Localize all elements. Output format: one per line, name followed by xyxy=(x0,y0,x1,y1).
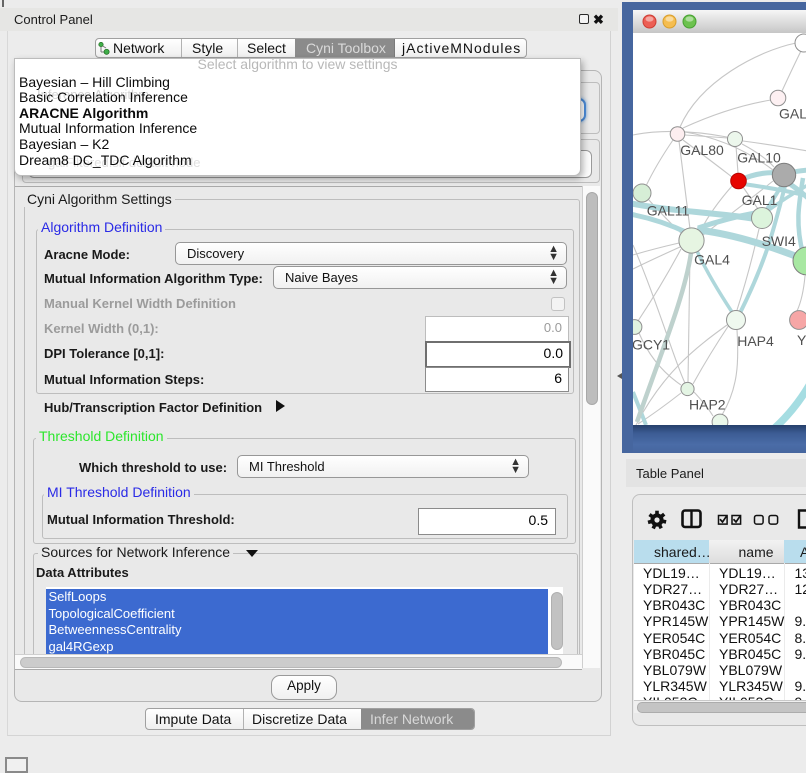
svg-text:SWI4: SWI4 xyxy=(762,233,796,249)
svg-text:GAL1: GAL1 xyxy=(742,192,778,208)
svg-text:Y: Y xyxy=(797,332,806,348)
svg-text:GAL80: GAL80 xyxy=(680,142,724,158)
svg-text:HAP4: HAP4 xyxy=(737,333,774,349)
svg-text:GAL11: GAL11 xyxy=(647,203,690,219)
svg-text:GAL: GAL xyxy=(779,106,806,122)
svg-text:GAL10: GAL10 xyxy=(737,150,781,166)
svg-text:GAL4: GAL4 xyxy=(694,252,730,268)
svg-text:GCY1: GCY1 xyxy=(633,337,670,353)
svg-text:HAP2: HAP2 xyxy=(689,397,726,413)
